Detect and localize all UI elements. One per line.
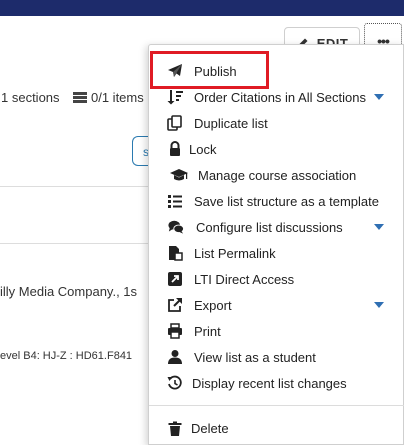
menu-item-configure-discussions[interactable]: Configure list discussions <box>149 214 404 240</box>
menu-item-list-permalink[interactable]: List Permalink <box>149 240 404 266</box>
share-icon <box>167 297 183 313</box>
publish-highlight-box <box>150 51 269 89</box>
menu-item-delete[interactable]: Delete <box>149 415 404 441</box>
copy-icon <box>167 115 183 131</box>
caret-down-icon <box>374 94 384 100</box>
sections-count: 1 sections <box>1 90 60 105</box>
actions-dropdown-menu: Publish Order Citations in All Sections … <box>148 44 404 445</box>
document-link-icon <box>167 245 183 261</box>
menu-item-label: View list as a student <box>194 349 316 365</box>
external-square-icon <box>167 271 183 287</box>
items-count: 0/1 items <box>73 90 144 105</box>
items-icon <box>73 92 87 103</box>
top-navigation-bar <box>0 0 404 16</box>
menu-item-label: Duplicate list <box>194 115 268 131</box>
menu-item-lock[interactable]: Lock <box>149 136 404 162</box>
menu-item-label: LTI Direct Access <box>194 271 295 287</box>
menu-item-view-as-student[interactable]: View list as a student <box>149 344 404 370</box>
caret-down-icon <box>374 224 384 230</box>
menu-item-label: Display recent list changes <box>192 375 347 391</box>
citation-location-text: evel B4: HJ-Z : HD61.F841 <box>0 350 133 362</box>
menu-item-label: Lock <box>189 141 217 157</box>
comments-icon <box>168 219 184 235</box>
menu-item-label: Save list structure as a template <box>194 193 379 209</box>
menu-item-recent-changes[interactable]: Display recent list changes <box>149 370 404 396</box>
menu-item-label: List Permalink <box>194 245 276 261</box>
menu-item-label: Manage course association <box>198 167 357 183</box>
trash-icon <box>167 420 183 436</box>
menu-divider <box>149 405 404 406</box>
user-icon <box>167 349 183 365</box>
citation-publisher-text: illy Media Company., 1s <box>0 284 138 299</box>
menu-item-label: Delete <box>191 420 229 436</box>
menu-item-export[interactable]: Export <box>149 292 404 318</box>
graduation-cap-icon <box>169 167 189 183</box>
menu-item-manage-course[interactable]: Manage course association <box>149 162 404 188</box>
list-icon <box>167 193 183 209</box>
items-count-label: 0/1 items <box>91 90 144 105</box>
lock-icon <box>167 141 183 157</box>
print-icon <box>167 323 183 339</box>
menu-item-label: Export <box>194 297 232 313</box>
sort-icon <box>167 89 183 105</box>
menu-item-label: Print <box>194 323 221 339</box>
menu-item-lti-direct-access[interactable]: LTI Direct Access <box>149 266 404 292</box>
caret-down-icon <box>374 302 384 308</box>
menu-item-label: Configure list discussions <box>196 219 343 235</box>
menu-item-save-template[interactable]: Save list structure as a template <box>149 188 404 214</box>
history-icon <box>167 375 183 391</box>
menu-item-duplicate-list[interactable]: Duplicate list <box>149 110 404 136</box>
menu-item-label: Order Citations in All Sections <box>194 89 366 105</box>
menu-item-print[interactable]: Print <box>149 318 404 344</box>
